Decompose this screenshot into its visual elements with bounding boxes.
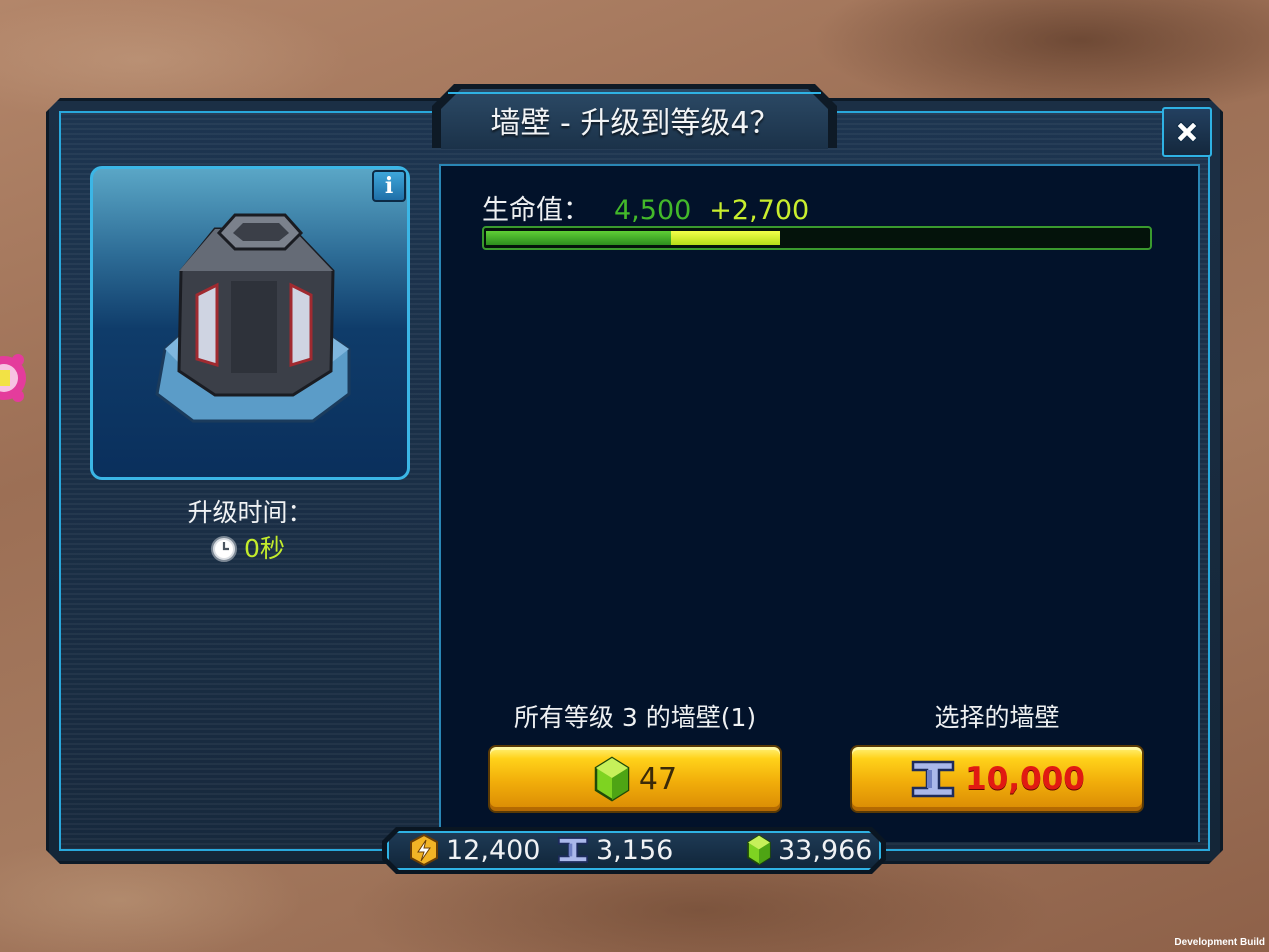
gems-resource: 33,966 xyxy=(746,832,872,868)
upgrade-time-value: 0秒 xyxy=(244,534,285,563)
upgrade-selected-cost: 10,000 xyxy=(965,761,1085,797)
metal-beam-icon xyxy=(557,837,589,863)
development-build-label: Development Build xyxy=(1174,937,1265,948)
upgrade-all-button[interactable]: 47 xyxy=(488,745,782,813)
hp-bar-increase-fill xyxy=(671,231,780,245)
building-portrait xyxy=(90,166,410,480)
energy-resource: 12,400 xyxy=(408,832,540,868)
all-walls-label: 所有等级 3 的墙壁(1) xyxy=(513,703,757,732)
upgrade-all-cost: 47 xyxy=(638,761,678,797)
side-unit-icon xyxy=(0,354,26,402)
dialog-title: 墙壁 - 升级到等级4？ xyxy=(490,106,780,141)
upgrade-time: 0秒 xyxy=(210,532,285,566)
hp-increase: +2,700 xyxy=(709,195,810,226)
upgrade-selected-button[interactable]: 10,000 xyxy=(850,745,1144,813)
gem-icon xyxy=(747,834,771,866)
gems-value: 33,966 xyxy=(778,834,873,866)
gem-icon xyxy=(594,756,630,802)
metal-beam-icon xyxy=(911,760,955,798)
hp-label: 生命值： xyxy=(482,195,590,226)
hp-current: 4,500 xyxy=(614,195,692,226)
clock-icon xyxy=(211,536,237,562)
metal-value: 3,156 xyxy=(596,834,674,866)
info-button[interactable]: i xyxy=(372,170,406,202)
hp-bar-current-fill xyxy=(486,231,671,245)
hp-stat-row: 生命值： 4,500 +2,700 xyxy=(482,188,810,226)
info-icon: i xyxy=(384,173,394,199)
close-button[interactable] xyxy=(1162,107,1212,157)
stats-panel xyxy=(439,164,1200,842)
metal-resource: 3,156 xyxy=(556,832,673,868)
energy-coin-icon xyxy=(410,834,438,866)
wall-building-icon xyxy=(155,213,351,423)
close-icon xyxy=(1176,121,1198,143)
energy-value: 12,400 xyxy=(446,834,541,866)
upgrade-time-label: 升级时间： xyxy=(187,498,313,527)
hp-bar xyxy=(482,226,1152,250)
title-tab-highlight xyxy=(448,92,821,94)
selected-wall-label: 选择的墙壁 xyxy=(934,703,1060,732)
